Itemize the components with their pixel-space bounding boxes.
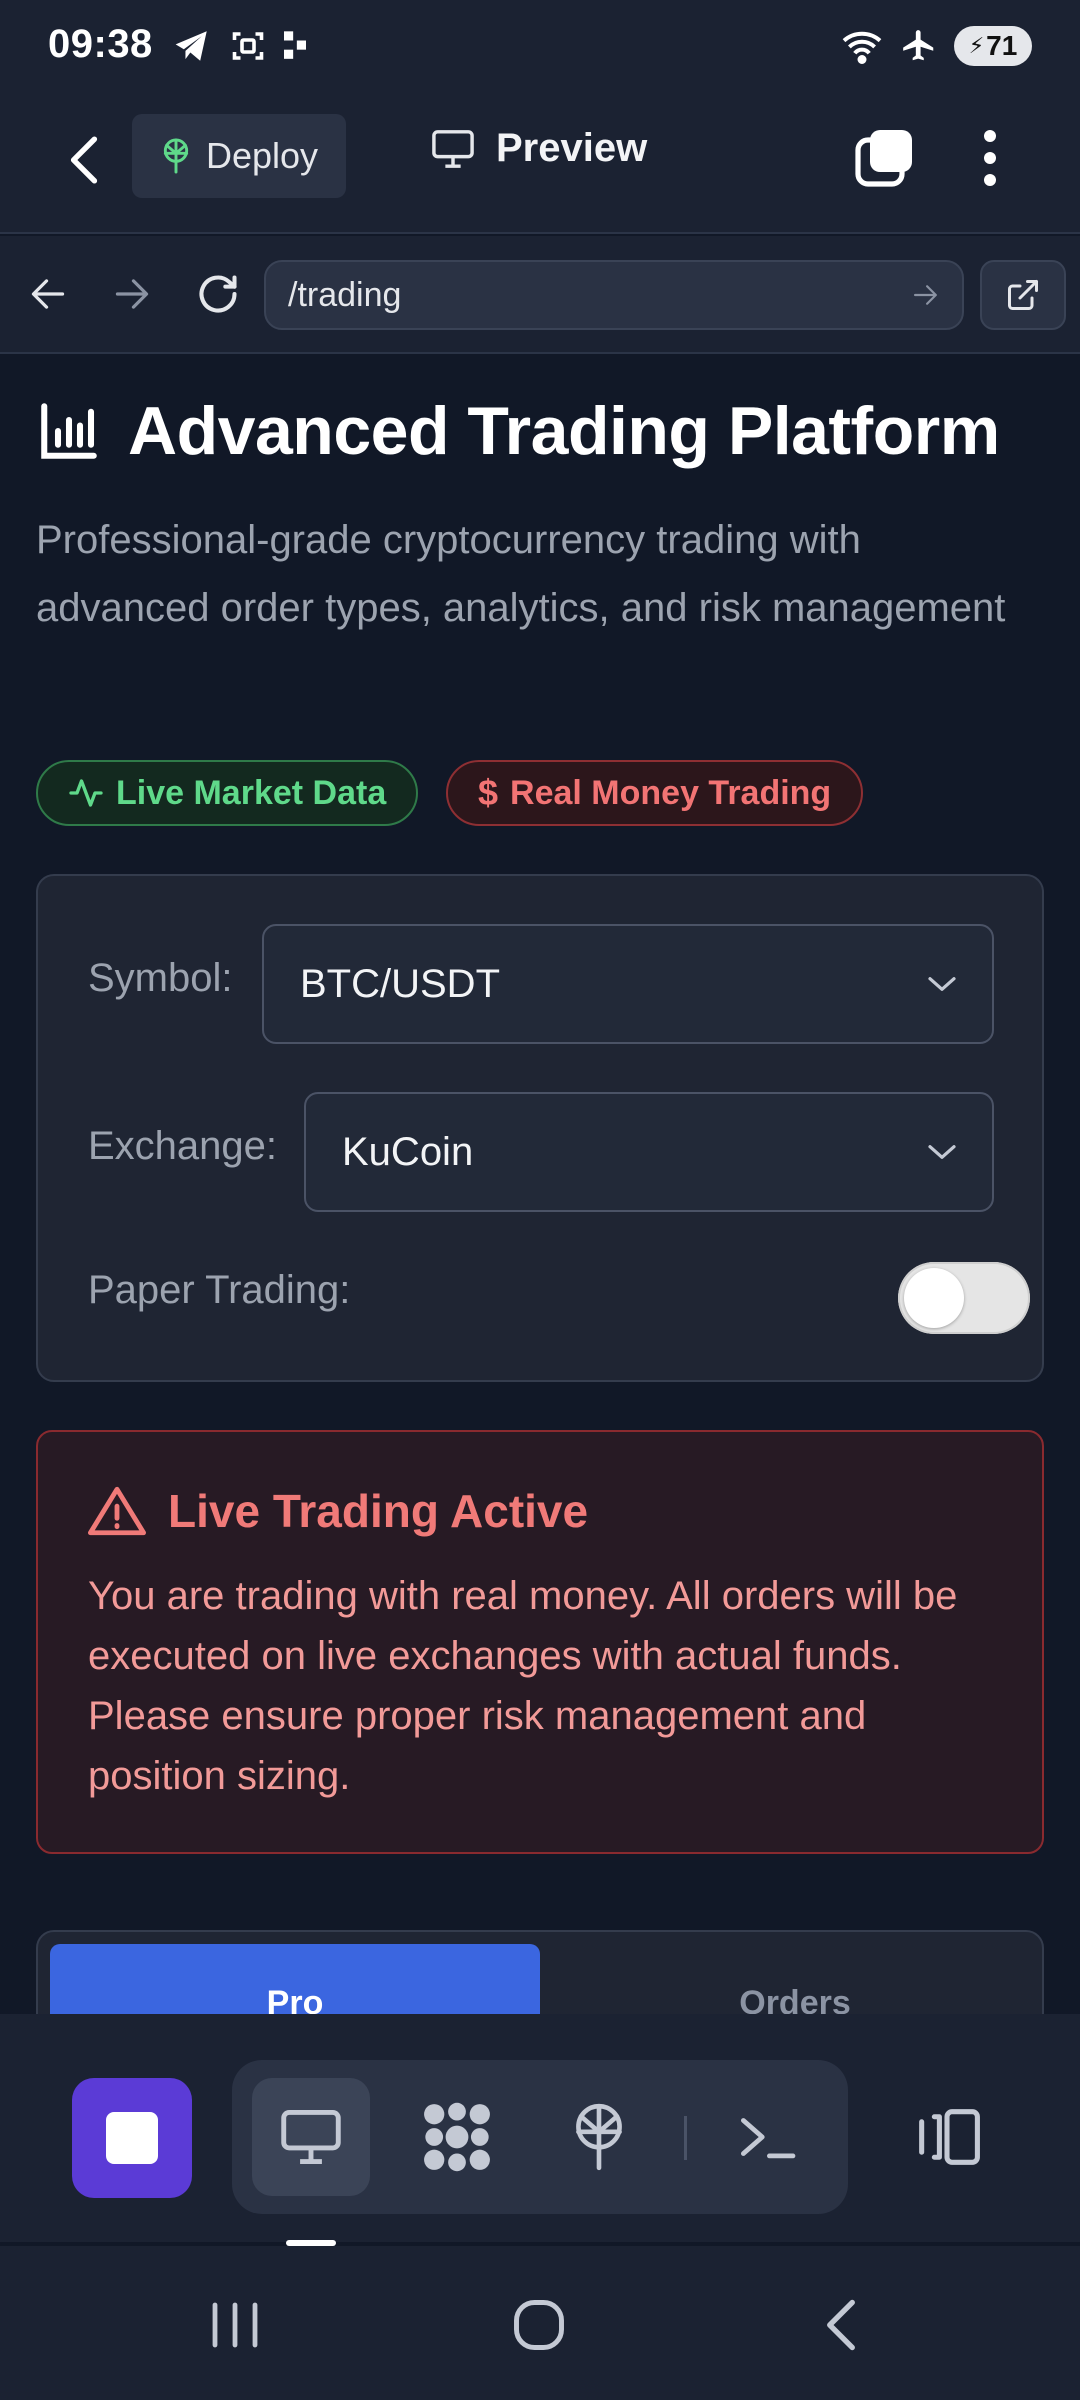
tabs-icon (855, 130, 912, 187)
monitor-icon (281, 2110, 341, 2164)
alert-body: You are trading with real money. All ord… (88, 1574, 958, 1798)
page-title: Advanced Trading Platform (128, 393, 1000, 469)
symbol-select[interactable]: BTC/USDT (262, 924, 994, 1044)
exchange-label: Exchange: (88, 1124, 278, 1168)
tab-pro[interactable]: Pro (50, 1944, 540, 2014)
toolbar-divider (684, 2116, 687, 2160)
preview-tool-button[interactable] (252, 2078, 370, 2196)
grid-dots-icon (424, 2102, 490, 2172)
live-market-badge: Live Market Data (36, 760, 419, 826)
battery-icon: ⚡ 71 (954, 26, 1032, 66)
status-icons-right: ⚡ 71 (840, 26, 1032, 66)
chevron-down-icon (928, 1145, 956, 1159)
exchange-value: KuCoin (342, 1129, 474, 1174)
wifi-icon (842, 31, 882, 64)
alert-header: Live Trading Active (88, 1484, 588, 1538)
panels-tool-button[interactable] (888, 2078, 1006, 2196)
live-trading-alert: Live Trading Active You are trading with… (36, 1430, 1044, 1854)
screenshot-icon (232, 32, 264, 60)
arrow-left-icon (31, 279, 65, 309)
toggle-knob (904, 1268, 964, 1328)
warning-icon (88, 1486, 146, 1536)
arrow-right-icon (115, 279, 149, 309)
reload-icon (199, 275, 237, 313)
activity-icon (69, 779, 103, 807)
more-dot (984, 174, 996, 186)
preview-label: Preview (496, 126, 648, 170)
go-arrow-icon[interactable] (912, 283, 940, 307)
stop-button[interactable] (72, 2078, 192, 2198)
status-time: 09:38 (48, 22, 153, 66)
recent-apps-button[interactable] (190, 2290, 280, 2360)
live-market-label: Live Market Data (116, 773, 387, 812)
dots-icon (284, 31, 306, 59)
tabs-button[interactable] (852, 126, 916, 190)
preview-title[interactable]: Preview (430, 126, 647, 171)
monitor-icon (432, 129, 474, 168)
home-circle-icon (514, 2300, 564, 2350)
panels-icon (919, 2109, 980, 2165)
home-button[interactable] (494, 2290, 584, 2360)
deploy-icon (163, 138, 189, 174)
exchange-select[interactable]: KuCoin (304, 1092, 994, 1212)
paper-trading-toggle[interactable] (898, 1262, 1030, 1334)
terminal-icon (741, 2118, 796, 2159)
telegram-icon (175, 31, 207, 61)
chevron-left-icon (70, 136, 98, 184)
recents-icon (212, 2302, 258, 2348)
stop-icon (106, 2112, 158, 2164)
console-tool-button[interactable] (708, 2078, 826, 2196)
tab-orders[interactable]: Orders (558, 1944, 1032, 2014)
bar-chart-icon (41, 403, 97, 459)
web-content: Advanced Trading Platform Professional-g… (0, 356, 1080, 2014)
deploy-label: Deploy (205, 135, 319, 176)
deploy-tool-button[interactable] (540, 2078, 658, 2196)
workflows-tool-button[interactable] (398, 2078, 516, 2196)
browser-forward-button[interactable] (106, 266, 158, 322)
trading-tabs: Pro Orders (36, 1930, 1044, 2014)
page-subtitle: Professional-grade cryptocurrency tradin… (36, 518, 1006, 630)
open-external-button[interactable] (980, 260, 1066, 330)
battery-level: 71 (986, 30, 1018, 61)
more-menu-button[interactable] (966, 124, 1014, 192)
page-header: Advanced Trading Platform (36, 392, 1000, 470)
browser-reload-button[interactable] (190, 264, 246, 324)
paper-trading-label: Paper Trading: (88, 1268, 351, 1312)
deploy-icon (576, 2103, 622, 2171)
status-icons-left (172, 28, 306, 64)
real-money-badge: $ Real Money Trading (446, 760, 864, 826)
alert-title: Live Trading Active (168, 1485, 589, 1537)
real-money-label: Real Money Trading (510, 773, 832, 812)
dollar-icon: $ (478, 772, 499, 813)
chevron-down-icon (928, 977, 956, 991)
more-dot (984, 152, 996, 164)
symbol-label: Symbol: (88, 956, 233, 1000)
symbol-value: BTC/USDT (300, 961, 500, 1006)
system-back-button[interactable] (796, 2290, 886, 2360)
back-button[interactable] (56, 132, 112, 188)
airplane-icon (903, 30, 934, 61)
url-bar[interactable]: /trading (264, 260, 964, 330)
more-dot (984, 130, 996, 142)
browser-back-button[interactable] (22, 266, 74, 322)
chevron-left-icon (827, 2299, 855, 2351)
url-text: /trading (288, 275, 402, 314)
trading-settings-card: Symbol: BTC/USDT Exchange: KuCoin Paper … (36, 874, 1044, 1382)
deploy-button[interactable]: Deploy (132, 114, 346, 198)
external-link-icon (1008, 280, 1038, 310)
